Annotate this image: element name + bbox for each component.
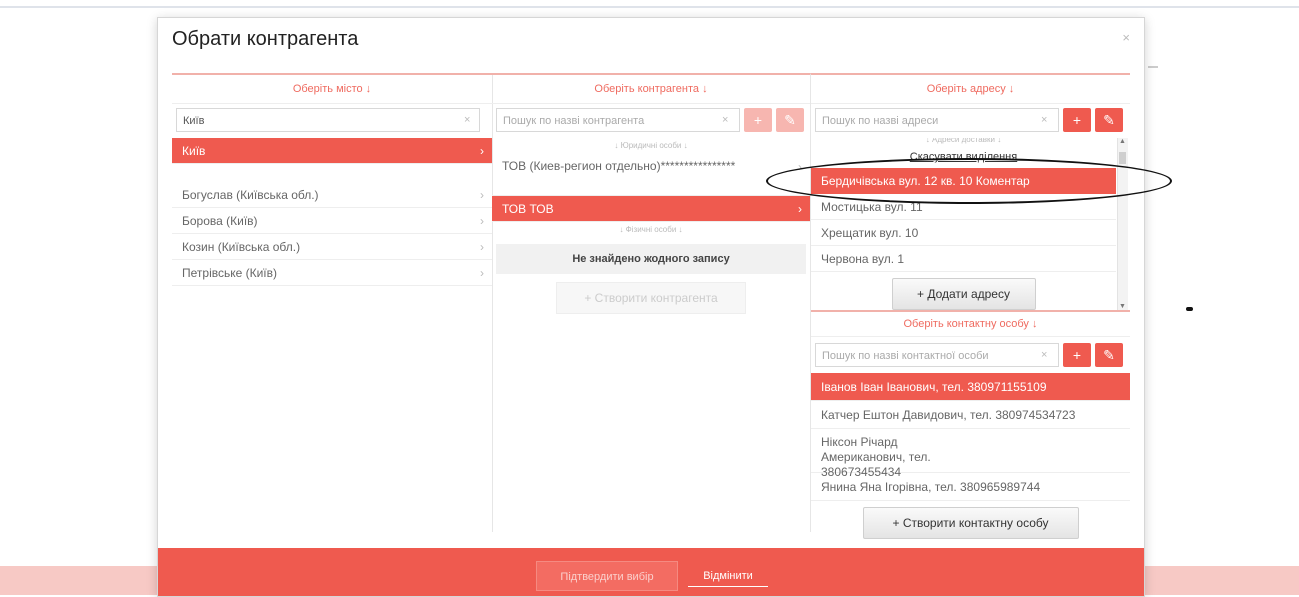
legal-entities-label: ↓ Юридичні особи ↓ [614,141,688,150]
city-column: Оберіть місто ↓ Київ × Київ › Богуслав (… [172,73,493,532]
city-item[interactable]: Козин (Київська обл.) › [172,234,492,260]
city-item-label: Київ [182,144,206,158]
contractor-search-input[interactable]: Пошук по назві контрагента [496,108,740,132]
city-item-label: Борова (Київ) [182,214,258,228]
address-item-label: Хрещатик вул. 10 [821,226,919,240]
address-column-header: Оберіть адресу ↓ [811,75,1130,104]
address-item[interactable]: Хрещатик вул. 10 [811,220,1116,246]
scroll-down-icon[interactable]: ▼ [1119,303,1126,310]
contact-section: Оберіть контактну особу ↓ Пошук по назві… [811,310,1130,539]
no-records-message: Не знайдено жодного запису [496,244,806,274]
chevron-right-icon: › [480,266,484,280]
contact-item-label: Катчер Ештон Давидович, тел. 38097453472… [821,408,1076,422]
contact-item[interactable]: Янина Яна Ігорівна, тел. 380965989744 [811,473,1130,501]
contact-item[interactable]: Ніксон Річард Американович, тел. 3806734… [811,429,1130,479]
create-contact-button[interactable]: + Створити контактну особу [862,507,1079,539]
contact-search-row: Пошук по назві контактної особи × + ✎ [815,343,1126,369]
individuals-label: ↓ Фізичні особи ↓ [619,225,683,234]
add-address-button[interactable]: + [1063,108,1091,132]
delivery-addresses-label: ↓ Адреси доставки ↓ [925,138,1002,144]
highlight-ellipse-annotation [766,158,1172,204]
contractor-column-header: Оберіть контрагента ↓ [492,75,810,104]
cancel-button[interactable]: Відмінити [688,566,768,587]
address-search-input[interactable]: Пошук по назві адреси [815,108,1059,132]
scroll-thumb[interactable] [1119,152,1126,164]
dialog-footer: Підтвердити вибір Відмінити [158,548,1144,596]
edit-address-button[interactable]: ✎ [1095,108,1123,132]
scroll-up-icon[interactable]: ▲ [1119,138,1126,145]
background-fragment [1148,66,1158,68]
dialog-title: Обрати контрагента [172,28,359,50]
city-column-header: Оберіть місто ↓ [172,75,492,104]
clear-icon[interactable]: × [464,108,470,132]
city-item[interactable]: Богуслав (Київська обл.) › [172,182,492,208]
contact-item[interactable]: Катчер Ештон Давидович, тел. 38097453472… [811,401,1130,429]
contractor-search-row: Пошук по назві контрагента × + ✎ [496,108,806,134]
contact-item-label: Янина Яна Ігорівна, тел. 380965989744 [821,480,1041,494]
city-item[interactable]: Петрівське (Київ) › [172,260,492,286]
city-item-label: Богуслав (Київська обл.) [182,188,319,202]
contact-item-label: Іванов Іван Іванович, тел. 380971155109 [821,380,1047,394]
contractor-item-label: ТОВ (Киев-регион отдельно)**************… [502,159,736,173]
create-contractor-button[interactable]: + Створити контрагента [556,282,746,314]
city-search-input[interactable]: Київ [176,108,480,132]
select-contractor-dialog: Обрати контрагента × Оберіть місто ↓ Киї… [157,17,1145,597]
city-item-kyiv[interactable]: Київ › [172,138,492,164]
chevron-right-icon: › [480,144,484,158]
add-contractor-button[interactable]: + [744,108,772,132]
chevron-right-icon: › [480,188,484,202]
address-item[interactable]: Червона вул. 1 [811,246,1116,272]
city-search-row: Київ × [176,108,488,134]
clear-icon[interactable]: × [1041,343,1047,367]
page-top-divider [0,6,1299,8]
confirm-selection-button[interactable]: Підтвердити вибір [536,561,678,591]
city-item-label: Петрівське (Київ) [182,266,278,280]
background-dot [1186,307,1193,311]
chevron-right-icon: › [480,214,484,228]
chevron-right-icon: › [480,240,484,254]
contractor-column: Оберіть контрагента ↓ Пошук по назві кон… [492,73,811,532]
clear-icon[interactable]: × [1041,108,1047,132]
contact-search-input[interactable]: Пошук по назві контактної особи [815,343,1059,367]
contact-item-selected[interactable]: Іванов Іван Іванович, тел. 380971155109 [811,373,1130,401]
clear-icon[interactable]: × [722,108,728,132]
contact-column-header: Оберіть контактну особу ↓ [811,312,1130,337]
address-column: Оберіть адресу ↓ Пошук по назві адреси ×… [811,73,1130,539]
contractor-item[interactable]: ТОВ (Киев-регион отдельно)**************… [492,154,810,196]
city-item[interactable]: Борова (Київ) › [172,208,492,234]
add-contact-button[interactable]: + [1063,343,1091,367]
contractor-item-label: ТОВ ТОВ [502,202,554,216]
contractor-item-selected[interactable]: ТОВ ТОВ › [492,196,810,222]
close-icon[interactable]: × [1122,30,1130,45]
edit-contact-button[interactable]: ✎ [1095,343,1123,367]
address-search-row: Пошук по назві адреси × + ✎ [815,108,1126,134]
edit-contractor-button[interactable]: ✎ [776,108,804,132]
city-item-label: Козин (Київська обл.) [182,240,301,254]
chevron-right-icon: › [798,202,802,216]
address-item-label: Червона вул. 1 [821,252,905,266]
address-scrollbar[interactable]: ▲ ▼ [1117,138,1128,310]
add-address-button-large[interactable]: + Додати адресу [891,278,1036,310]
